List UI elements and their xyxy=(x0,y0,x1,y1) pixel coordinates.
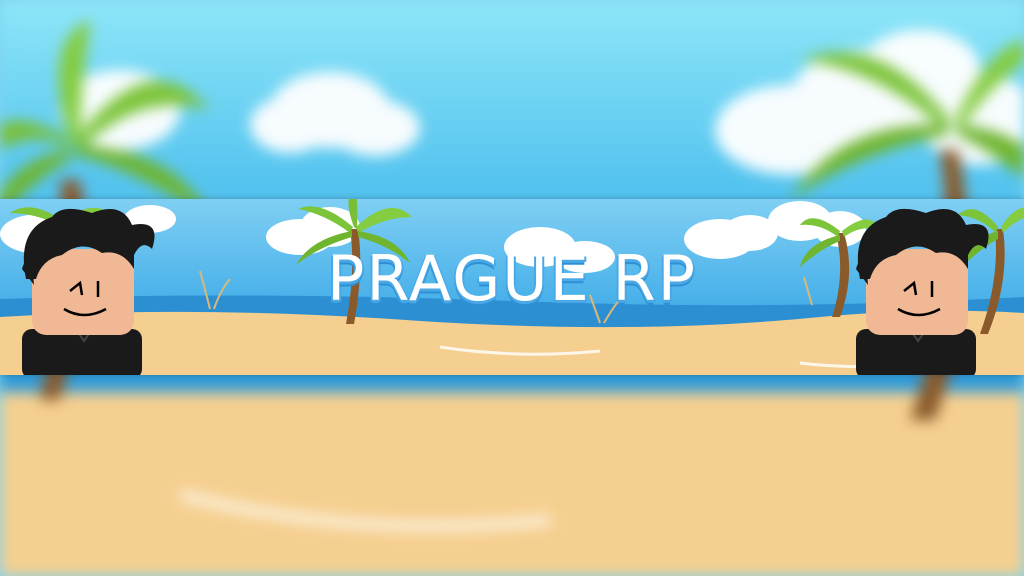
channel-banner: PRAGUE RP xyxy=(0,199,1024,375)
banner-title: PRAGUE RP xyxy=(326,242,698,315)
cloud-icon xyxy=(60,30,1024,175)
